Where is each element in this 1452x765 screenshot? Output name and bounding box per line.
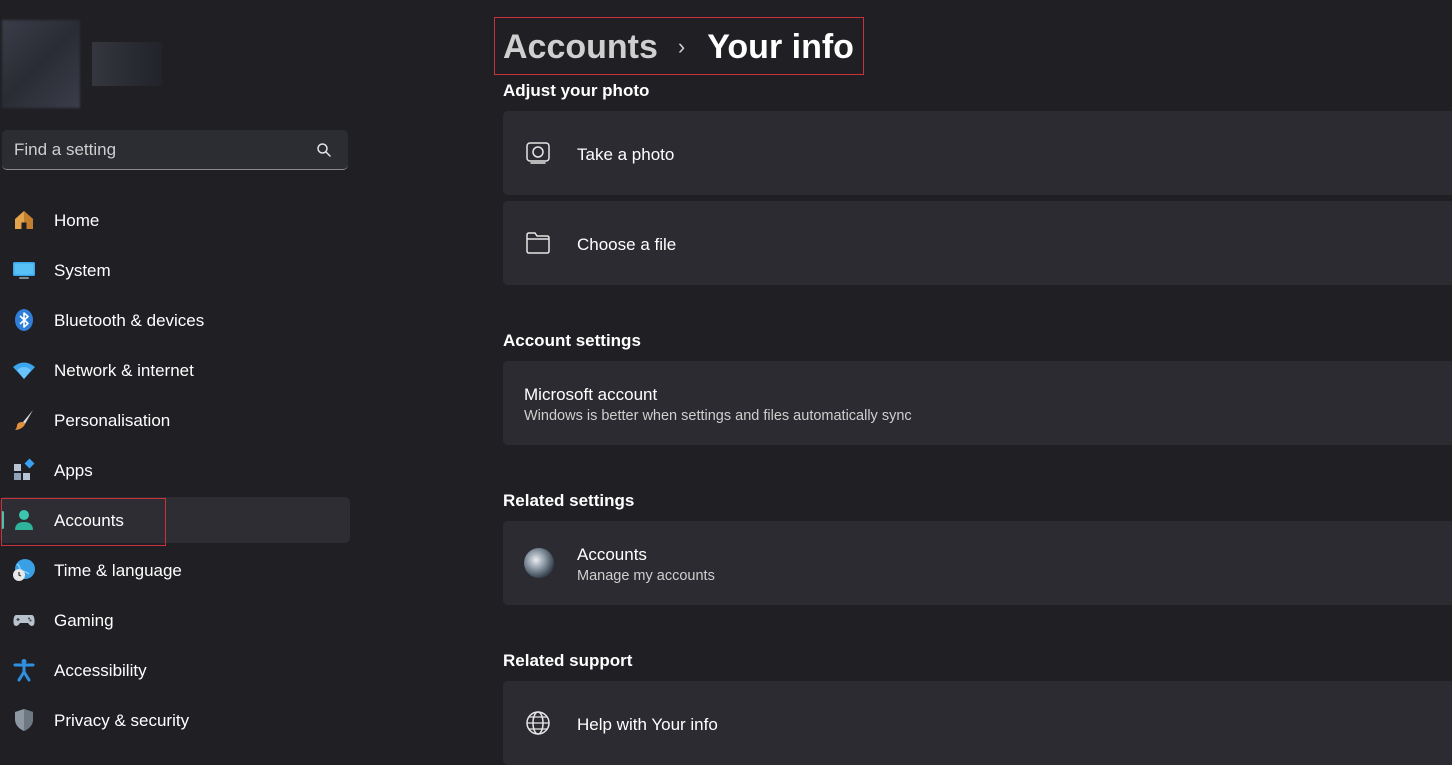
- page-title: Your info: [707, 27, 854, 66]
- accounts-link-card[interactable]: Accounts Manage my accounts: [503, 521, 1452, 605]
- globe-icon: [525, 710, 551, 736]
- shield-icon: [12, 708, 36, 732]
- profile-name-blurred: [92, 42, 162, 86]
- profile-avatar[interactable]: [2, 20, 80, 108]
- folder-icon: [525, 230, 551, 256]
- gamepad-icon: [12, 608, 36, 632]
- sidebar-item-time-language[interactable]: Time & language: [0, 547, 350, 593]
- sidebar-item-privacy-security[interactable]: Privacy & security: [0, 697, 350, 743]
- main-content: Accounts › Your info Adjust your photo T…: [494, 0, 1452, 765]
- avatar-icon: [524, 548, 554, 578]
- search-input[interactable]: [12, 130, 306, 170]
- section-title-account-settings: Account settings: [503, 331, 641, 350]
- chevron-right-icon: ›: [677, 34, 686, 59]
- sidebar: Home System Bluetooth & devices Network …: [0, 0, 360, 761]
- sidebar-item-accessibility[interactable]: Accessibility: [0, 647, 350, 693]
- card-label: Choose a file: [577, 235, 677, 254]
- help-your-info-card[interactable]: Help with Your info: [503, 681, 1452, 765]
- card-label: Microsoft account: [524, 385, 658, 404]
- monitor-icon: [12, 258, 36, 282]
- home-icon: [12, 208, 36, 232]
- sidebar-item-label: Privacy & security: [54, 711, 190, 730]
- sidebar-item-accounts[interactable]: Accounts: [0, 497, 350, 543]
- sidebar-item-system[interactable]: System: [0, 247, 350, 293]
- wifi-icon: [12, 358, 36, 382]
- sidebar-item-label: Network & internet: [54, 361, 194, 380]
- sidebar-item-gaming[interactable]: Gaming: [0, 597, 350, 643]
- sidebar-item-personalisation[interactable]: Personalisation: [0, 397, 350, 443]
- card-label: Accounts: [577, 545, 647, 564]
- breadcrumb-parent[interactable]: Accounts: [503, 28, 658, 67]
- sidebar-item-label: Bluetooth & devices: [54, 311, 205, 330]
- sidebar-item-label: Home: [54, 211, 100, 230]
- bluetooth-icon: [12, 308, 36, 332]
- sidebar-item-label: Personalisation: [54, 411, 171, 430]
- breadcrumb: Accounts › Your info: [503, 24, 854, 70]
- sidebar-item-bluetooth[interactable]: Bluetooth & devices: [0, 297, 350, 343]
- selected-indicator: [1, 511, 4, 529]
- globe-clock-icon: [12, 558, 36, 582]
- sidebar-item-label: Accessibility: [54, 661, 147, 680]
- accessibility-icon: [12, 658, 36, 682]
- sidebar-item-label: Time & language: [54, 561, 182, 580]
- microsoft-account-card[interactable]: Microsoft account Windows is better when…: [503, 361, 1452, 445]
- section-title-related-settings: Related settings: [503, 491, 635, 510]
- sidebar-item-label: Apps: [54, 461, 93, 480]
- sidebar-item-network[interactable]: Network & internet: [0, 347, 350, 393]
- section-title-related-support: Related support: [503, 651, 633, 670]
- sidebar-item-label: Gaming: [54, 611, 114, 630]
- search-box[interactable]: [2, 130, 348, 170]
- take-photo-button[interactable]: Take a photo: [503, 111, 1452, 195]
- camera-icon: [525, 140, 551, 166]
- sidebar-item-home[interactable]: Home: [0, 197, 350, 243]
- card-label: Help with Your info: [577, 715, 718, 734]
- card-description: Windows is better when settings and file…: [524, 408, 912, 424]
- choose-file-button[interactable]: Choose a file: [503, 201, 1452, 285]
- card-label: Take a photo: [577, 145, 675, 164]
- search-icon[interactable]: [316, 142, 332, 158]
- card-description: Manage my accounts: [577, 568, 715, 584]
- brush-icon: [12, 408, 36, 432]
- sidebar-item-apps[interactable]: Apps: [0, 447, 350, 493]
- section-title-adjust-photo: Adjust your photo: [503, 81, 650, 100]
- apps-icon: [12, 458, 36, 482]
- sidebar-item-label: Accounts: [54, 511, 124, 530]
- sidebar-item-label: System: [54, 261, 111, 280]
- sidebar-nav: Home System Bluetooth & devices Network …: [0, 197, 350, 747]
- person-icon: [12, 508, 36, 532]
